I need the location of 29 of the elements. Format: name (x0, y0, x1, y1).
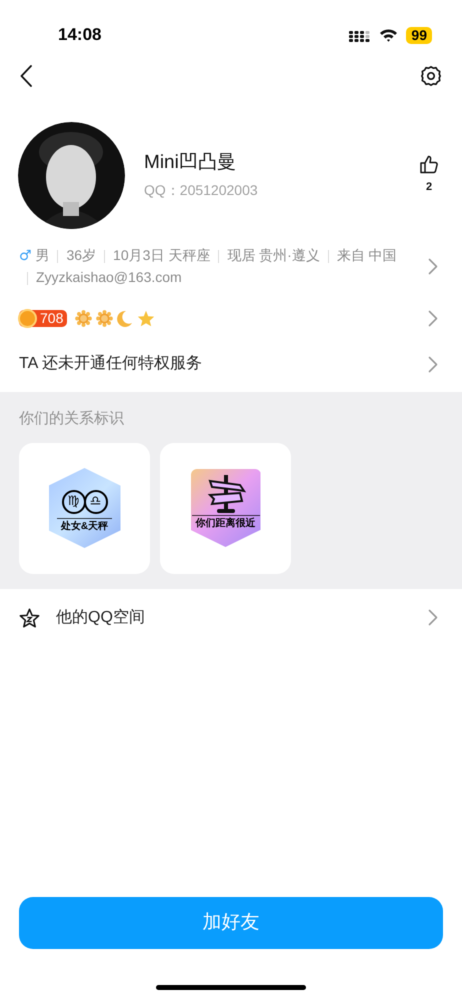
star-outline-icon (19, 608, 40, 628)
wifi-icon (379, 28, 398, 42)
zodiac-symbol: ♎ (84, 490, 108, 514)
qzone-link[interactable]: 他的QQ空间 (56, 606, 428, 630)
like-count: 2 (426, 180, 432, 196)
profile-info: ♂ 男 36岁 10月3日 天秤座 现居 贵州·遵义 来自 中国 Zyyzkaishao@163.com (19, 246, 398, 287)
chevron-right-icon (428, 310, 438, 326)
profile-name: Mini凹凸曼 (144, 150, 237, 174)
relation-card[interactable]: ♍ ♎ 处女&天秤 (19, 442, 150, 574)
section-title: 你们的关系标识 (19, 409, 125, 429)
star-icon (137, 310, 156, 326)
relation-card[interactable]: 你们距离很近 (160, 442, 291, 574)
badge-label: 你们距离很近 (192, 515, 260, 532)
chevron-right-icon (428, 258, 438, 275)
qq-number: QQ：2051202003 (144, 180, 259, 200)
settings-button[interactable] (420, 65, 442, 87)
chevron-right-icon (428, 356, 438, 372)
sun-icon (96, 310, 114, 326)
level-badge: 708 (19, 310, 68, 326)
sun-icon (75, 310, 92, 326)
zodiac-symbol: ♍ (62, 490, 86, 514)
moon-icon (117, 310, 134, 326)
status-time: 14:08 (58, 24, 102, 46)
battery-indicator: 99 (406, 26, 432, 44)
thumbs-up-icon[interactable] (420, 155, 438, 174)
chevron-right-icon (428, 609, 438, 626)
signal-icon (349, 28, 372, 42)
privilege-status[interactable]: TA 还未开通任何特权服务 (19, 352, 428, 376)
badge-label: 处女&天秤 (56, 518, 112, 534)
